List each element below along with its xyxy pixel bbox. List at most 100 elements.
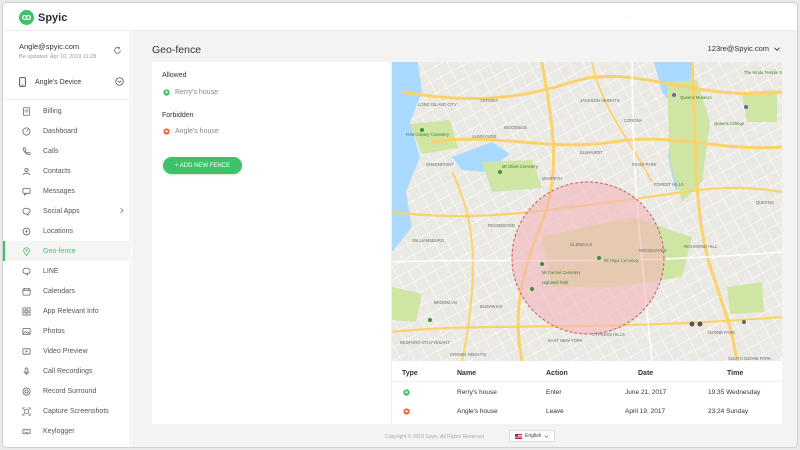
billing-icon xyxy=(22,106,31,116)
allowed-section-title: Allowed xyxy=(162,72,187,79)
map-label: Queens College xyxy=(714,121,745,126)
main-content: Geo-fence 123re@Spyic.com Allowed Rerry'… xyxy=(132,31,797,447)
sidebar-item-capture-screenshots[interactable]: Capture Screenshots xyxy=(3,401,131,421)
geofence-card: Allowed Rerry's house Forbidden Angle's … xyxy=(152,62,782,424)
sidebar-item-label: Video Preview xyxy=(43,347,88,355)
map-label: EAST NEW YORK xyxy=(548,338,583,343)
row-time: 19:35 Wednesday xyxy=(708,389,761,396)
sidebar-item-messages[interactable]: Messages xyxy=(3,181,131,201)
map-label: OZONE PARK xyxy=(708,330,735,335)
row-date: June 21, 2017 xyxy=(625,389,667,396)
fence-list-panel: Allowed Rerry's house Forbidden Angle's … xyxy=(152,62,392,424)
sidebar-divider xyxy=(3,99,131,100)
ozone-park-green xyxy=(727,282,764,314)
sidebar-item-label: Dashboard xyxy=(43,127,78,135)
map-label: RICHMOND HILL xyxy=(684,244,718,249)
logo[interactable]: Spyic xyxy=(19,10,67,25)
sidebar-item-geo-fence[interactable]: Geo-fence xyxy=(3,241,131,261)
map-label: First Calvary Cemetery xyxy=(406,132,450,137)
user-email: 123re@Spyic.com xyxy=(707,44,769,53)
forbidden-pin-icon xyxy=(163,128,170,135)
sidebar-nav: Billing Dashboard Calls Contacts Messages Soc… xyxy=(3,101,131,441)
map-label: BROOKLYN xyxy=(434,300,457,305)
app-name: Spyic xyxy=(38,11,68,24)
sidebar-item-label: Social Apps xyxy=(43,207,80,215)
calendar-icon xyxy=(22,287,31,296)
dashboard-icon xyxy=(22,126,31,136)
allowed-pin-icon xyxy=(403,389,410,396)
forbidden-section-title: Forbidden xyxy=(162,112,194,119)
allowed-pin-icon xyxy=(163,89,170,96)
page-title: Geo-fence xyxy=(152,44,202,56)
sidebar-item-label: Geo-fence xyxy=(43,247,76,255)
sidebar-item-keylogger[interactable]: Keylogger xyxy=(3,421,131,441)
sidebar-item-dashboard[interactable]: Dashboard xyxy=(3,121,131,141)
map-label: The Hindu Temple Society xyxy=(744,70,782,75)
map-label: GLENDALE xyxy=(570,242,593,247)
map-label: MASPETH xyxy=(542,176,562,181)
map-canvas[interactable]: LONG ISLAND CITY ASTORIA JACKSON HEIGHTS CO… xyxy=(392,62,782,361)
row-action: Enter xyxy=(546,389,562,396)
map-label: BUSHWICK xyxy=(480,304,503,309)
row-action: Leave xyxy=(546,408,564,415)
sidebar-item-social-apps[interactable]: Social Apps xyxy=(3,201,131,221)
row-name: Angle's house xyxy=(457,408,498,415)
copyright-text: Copyright © 2019 Spyic. All Rights Reser… xyxy=(385,434,485,440)
location-icon xyxy=(22,227,31,235)
add-new-fence-button[interactable]: + ADD NEW FENCE xyxy=(163,157,242,174)
sidebar-item-label: Call Recordings xyxy=(43,367,93,375)
row-time: 23:24 Sunday xyxy=(708,408,749,415)
col-name: Name xyxy=(457,370,477,377)
sidebar-item-calendars[interactable]: Calendars xyxy=(3,281,131,301)
sidebar-item-call-recordings[interactable]: Call Recordings xyxy=(3,361,131,381)
sidebar-item-record-surround[interactable]: Record Surround xyxy=(3,381,131,401)
user-menu[interactable]: 123re@Spyic.com xyxy=(708,44,781,53)
phone-icon xyxy=(23,147,31,155)
sidebar-item-label: LINE xyxy=(43,267,59,275)
app-window: Spyic · · Angle@spyic.com Be updated: Ap… xyxy=(2,2,798,448)
col-type: Type xyxy=(402,370,418,377)
allowed-fence-item[interactable]: Rerry's house xyxy=(163,89,218,96)
map-label: WOODSIDE xyxy=(504,125,527,130)
language-selector[interactable]: English xyxy=(509,430,556,442)
sidebar-item-contacts[interactable]: Contacts xyxy=(3,161,131,181)
sidebar-item-billing[interactable]: Billing xyxy=(3,101,131,121)
map-label: Queens Museum xyxy=(680,95,712,100)
messages-icon xyxy=(22,187,31,196)
map-label: SUNNYSIDE xyxy=(472,134,497,139)
social-apps-icon xyxy=(22,207,31,216)
sidebar-item-app-relevant-info[interactable]: App Relevant Info xyxy=(3,301,131,321)
forbidden-pin-icon xyxy=(403,408,410,415)
map-label: LONG ISLAND CITY xyxy=(418,102,457,107)
us-flag-icon xyxy=(515,433,522,439)
map-label: CYPRESS HILLS xyxy=(592,332,625,337)
sidebar-item-locations[interactable]: Locations xyxy=(3,221,131,241)
sidebar-item-label: Billing xyxy=(43,107,62,115)
allowed-fence-name: Rerry's house xyxy=(175,89,218,96)
sidebar-item-label: Capture Screenshots xyxy=(43,407,109,415)
map-label: Mt Carmel Cemetery xyxy=(542,270,582,275)
forbidden-fence-item[interactable]: Angle's house xyxy=(163,128,219,135)
map-label: SOUTH OZONE PARK xyxy=(728,356,771,361)
sidebar-item-line[interactable]: LINE xyxy=(3,261,131,281)
keylogger-icon xyxy=(22,428,31,434)
refresh-icon[interactable] xyxy=(113,46,122,55)
log-header-row: Type Name Action Date Time xyxy=(392,364,782,382)
map-label: CROWN HEIGHTS xyxy=(450,352,486,357)
device-selector[interactable]: Angle's Device xyxy=(19,75,127,89)
device-name: Angle's Device xyxy=(35,78,82,86)
map-view[interactable]: LONG ISLAND CITY ASTORIA JACKSON HEIGHTS CO… xyxy=(392,62,782,361)
language-label: English xyxy=(525,433,542,439)
chevron-down-circle-icon[interactable] xyxy=(115,77,124,86)
col-action: Action xyxy=(546,370,568,377)
map-label: QUEENS xyxy=(756,200,774,205)
sidebar-item-calls[interactable]: Calls xyxy=(3,141,131,161)
sidebar-item-photos[interactable]: Photos xyxy=(3,321,131,341)
app-info-icon xyxy=(22,307,31,315)
video-icon xyxy=(22,347,31,355)
sidebar-item-video-preview[interactable]: Video Preview xyxy=(3,341,131,361)
sidebar: Angle@spyic.com Be updated: Apr 10, 2019… xyxy=(3,31,131,447)
spyic-logo-icon xyxy=(19,10,34,25)
map-label: Mt Olivet Cemetery xyxy=(502,164,539,169)
map-label: JACKSON HEIGHTS xyxy=(580,98,620,103)
